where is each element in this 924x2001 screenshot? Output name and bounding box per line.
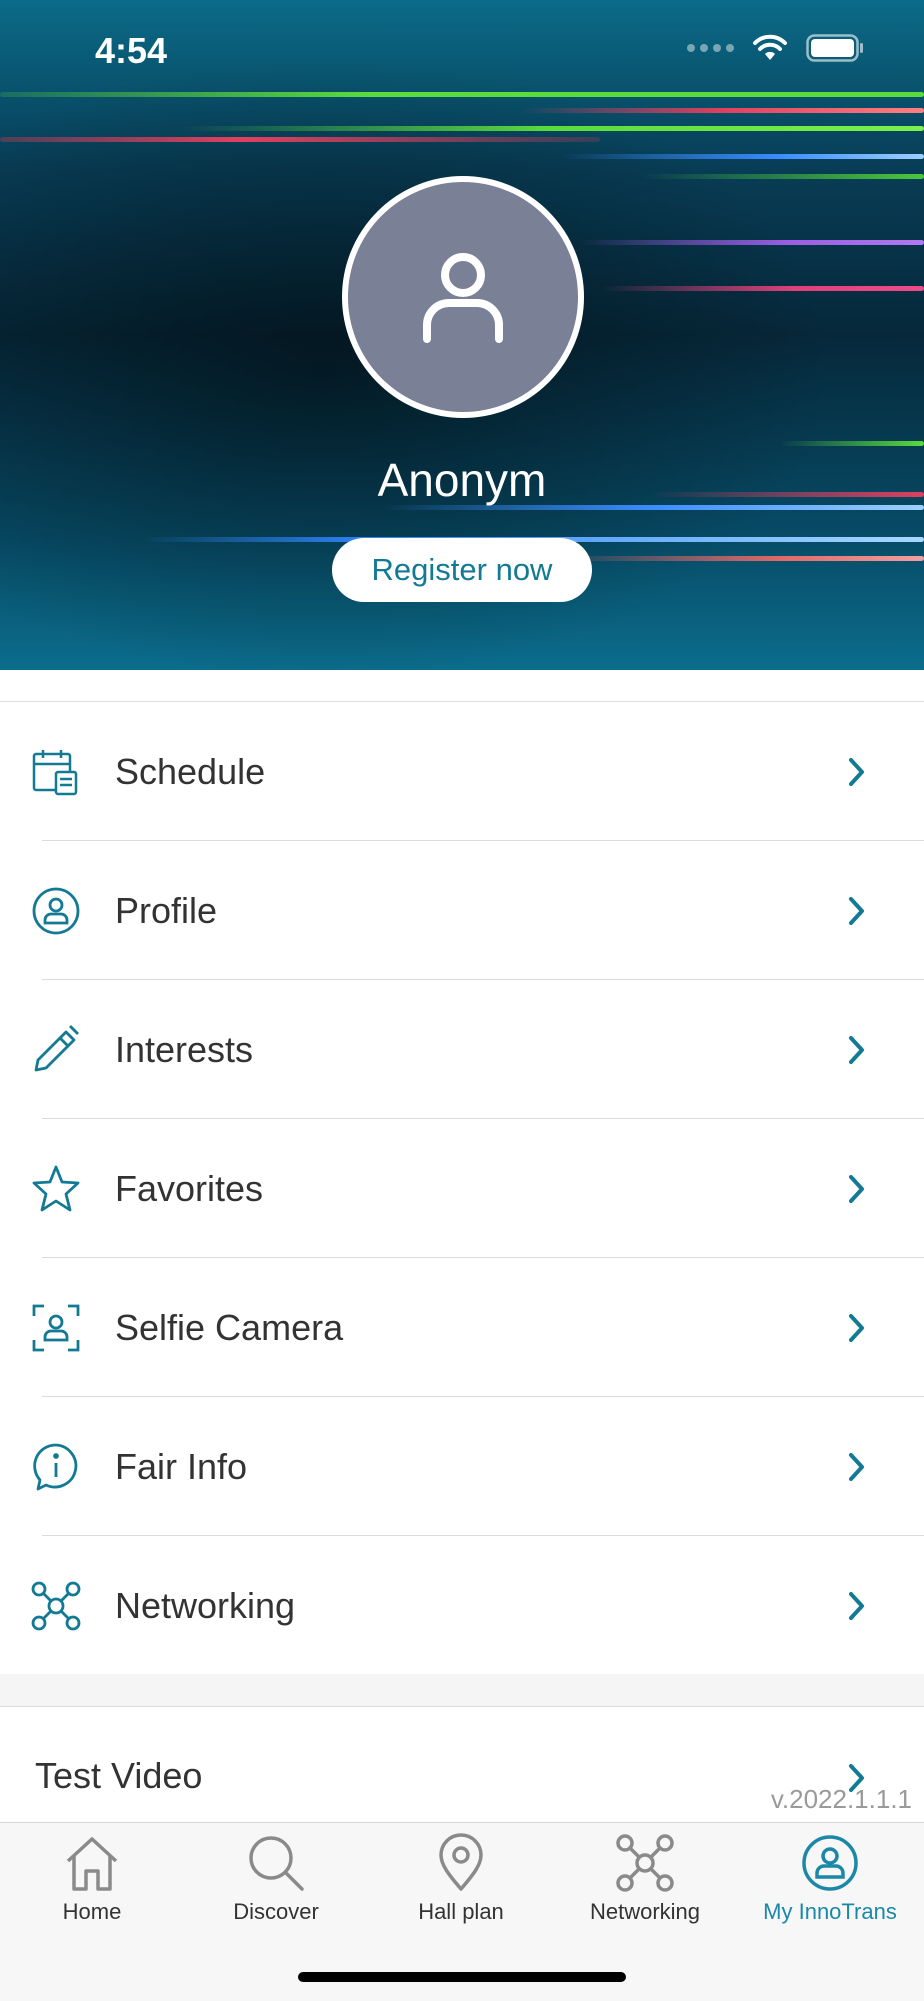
tab-label: My InnoTrans bbox=[763, 1899, 897, 1924]
home-indicator bbox=[298, 1972, 626, 1982]
star-icon bbox=[32, 1165, 80, 1211]
user-icon bbox=[423, 253, 503, 343]
light-streak bbox=[600, 286, 924, 291]
avatar[interactable] bbox=[342, 176, 584, 418]
status-icons bbox=[687, 34, 864, 62]
light-streak bbox=[780, 441, 924, 446]
menu-item-label: Fair Info bbox=[115, 1445, 248, 1487]
location-pin-icon bbox=[439, 1833, 483, 1891]
light-streak bbox=[0, 92, 924, 97]
tab-networking[interactable]: Networking bbox=[553, 1833, 737, 1925]
test-video-label: Test Video bbox=[35, 1755, 203, 1796]
menu-item-interests[interactable]: Interests bbox=[0, 980, 924, 1119]
search-icon bbox=[249, 1836, 304, 1891]
tab-label: Discover bbox=[233, 1899, 319, 1924]
chevron-right-icon bbox=[849, 1452, 864, 1481]
chevron-right-icon bbox=[849, 896, 864, 925]
menu-item-label: Profile bbox=[115, 889, 218, 931]
tab-discover[interactable]: Discover bbox=[184, 1833, 368, 1925]
tab-label: Networking bbox=[589, 1899, 701, 1924]
section-gap bbox=[0, 1674, 924, 1707]
app-version: v.2022.1.1.1 bbox=[770, 1784, 912, 1814]
chevron-right-icon bbox=[849, 757, 864, 786]
wifi-icon bbox=[753, 34, 787, 60]
chevron-right-icon bbox=[849, 1313, 864, 1342]
chevron-right-icon bbox=[849, 1174, 864, 1203]
chevron-right-icon bbox=[849, 1591, 864, 1620]
selfie-camera-icon bbox=[32, 1304, 80, 1351]
user-circle-icon bbox=[802, 1835, 858, 1891]
tab-my-innotrans[interactable]: My InnoTrans bbox=[738, 1833, 922, 1925]
register-button[interactable]: Register now bbox=[332, 538, 592, 602]
battery-icon bbox=[806, 34, 863, 62]
menu-item-favorites[interactable]: Favorites bbox=[0, 1119, 924, 1258]
light-streak bbox=[640, 174, 924, 179]
light-streak bbox=[0, 137, 600, 142]
network-icon bbox=[31, 1581, 81, 1630]
menu-item-label: Networking bbox=[115, 1584, 296, 1626]
home-icon bbox=[66, 1837, 118, 1891]
user-name: Anonym bbox=[377, 454, 547, 506]
user-circle-icon bbox=[32, 887, 80, 934]
menu-item-label: Schedule bbox=[115, 750, 266, 792]
tab-label: Home bbox=[62, 1899, 122, 1924]
menu-item-schedule[interactable]: Schedule bbox=[0, 702, 924, 841]
profile-header: 4:54 Anonym Register now bbox=[0, 0, 924, 670]
menu-item-label: Favorites bbox=[115, 1167, 264, 1209]
menu-list: Schedule Profile Interests Favorites Sel… bbox=[0, 701, 924, 1675]
status-time: 4:54 bbox=[95, 30, 168, 71]
network-icon bbox=[616, 1834, 674, 1892]
light-streak bbox=[560, 556, 924, 561]
menu-item-label: Interests bbox=[115, 1028, 254, 1070]
light-streak bbox=[520, 108, 924, 113]
signal-icon bbox=[687, 44, 734, 52]
tab-home[interactable]: Home bbox=[0, 1833, 184, 1925]
light-streak bbox=[180, 126, 924, 131]
tab-hall-plan[interactable]: Hall plan bbox=[369, 1833, 553, 1925]
menu-item-fair-info[interactable]: Fair Info bbox=[0, 1397, 924, 1536]
tab-label: Hall plan bbox=[418, 1899, 504, 1924]
menu-item-networking[interactable]: Networking bbox=[0, 1536, 924, 1675]
info-bubble-icon bbox=[33, 1443, 78, 1490]
light-streak bbox=[580, 240, 924, 245]
light-streak bbox=[560, 154, 924, 159]
chevron-right-icon bbox=[849, 1035, 864, 1064]
menu-item-label: Selfie Camera bbox=[115, 1306, 344, 1348]
menu-item-selfie-camera[interactable]: Selfie Camera bbox=[0, 1258, 924, 1397]
pencil-icon bbox=[34, 1024, 79, 1071]
menu-item-profile[interactable]: Profile bbox=[0, 841, 924, 980]
calendar-icon bbox=[32, 749, 78, 795]
